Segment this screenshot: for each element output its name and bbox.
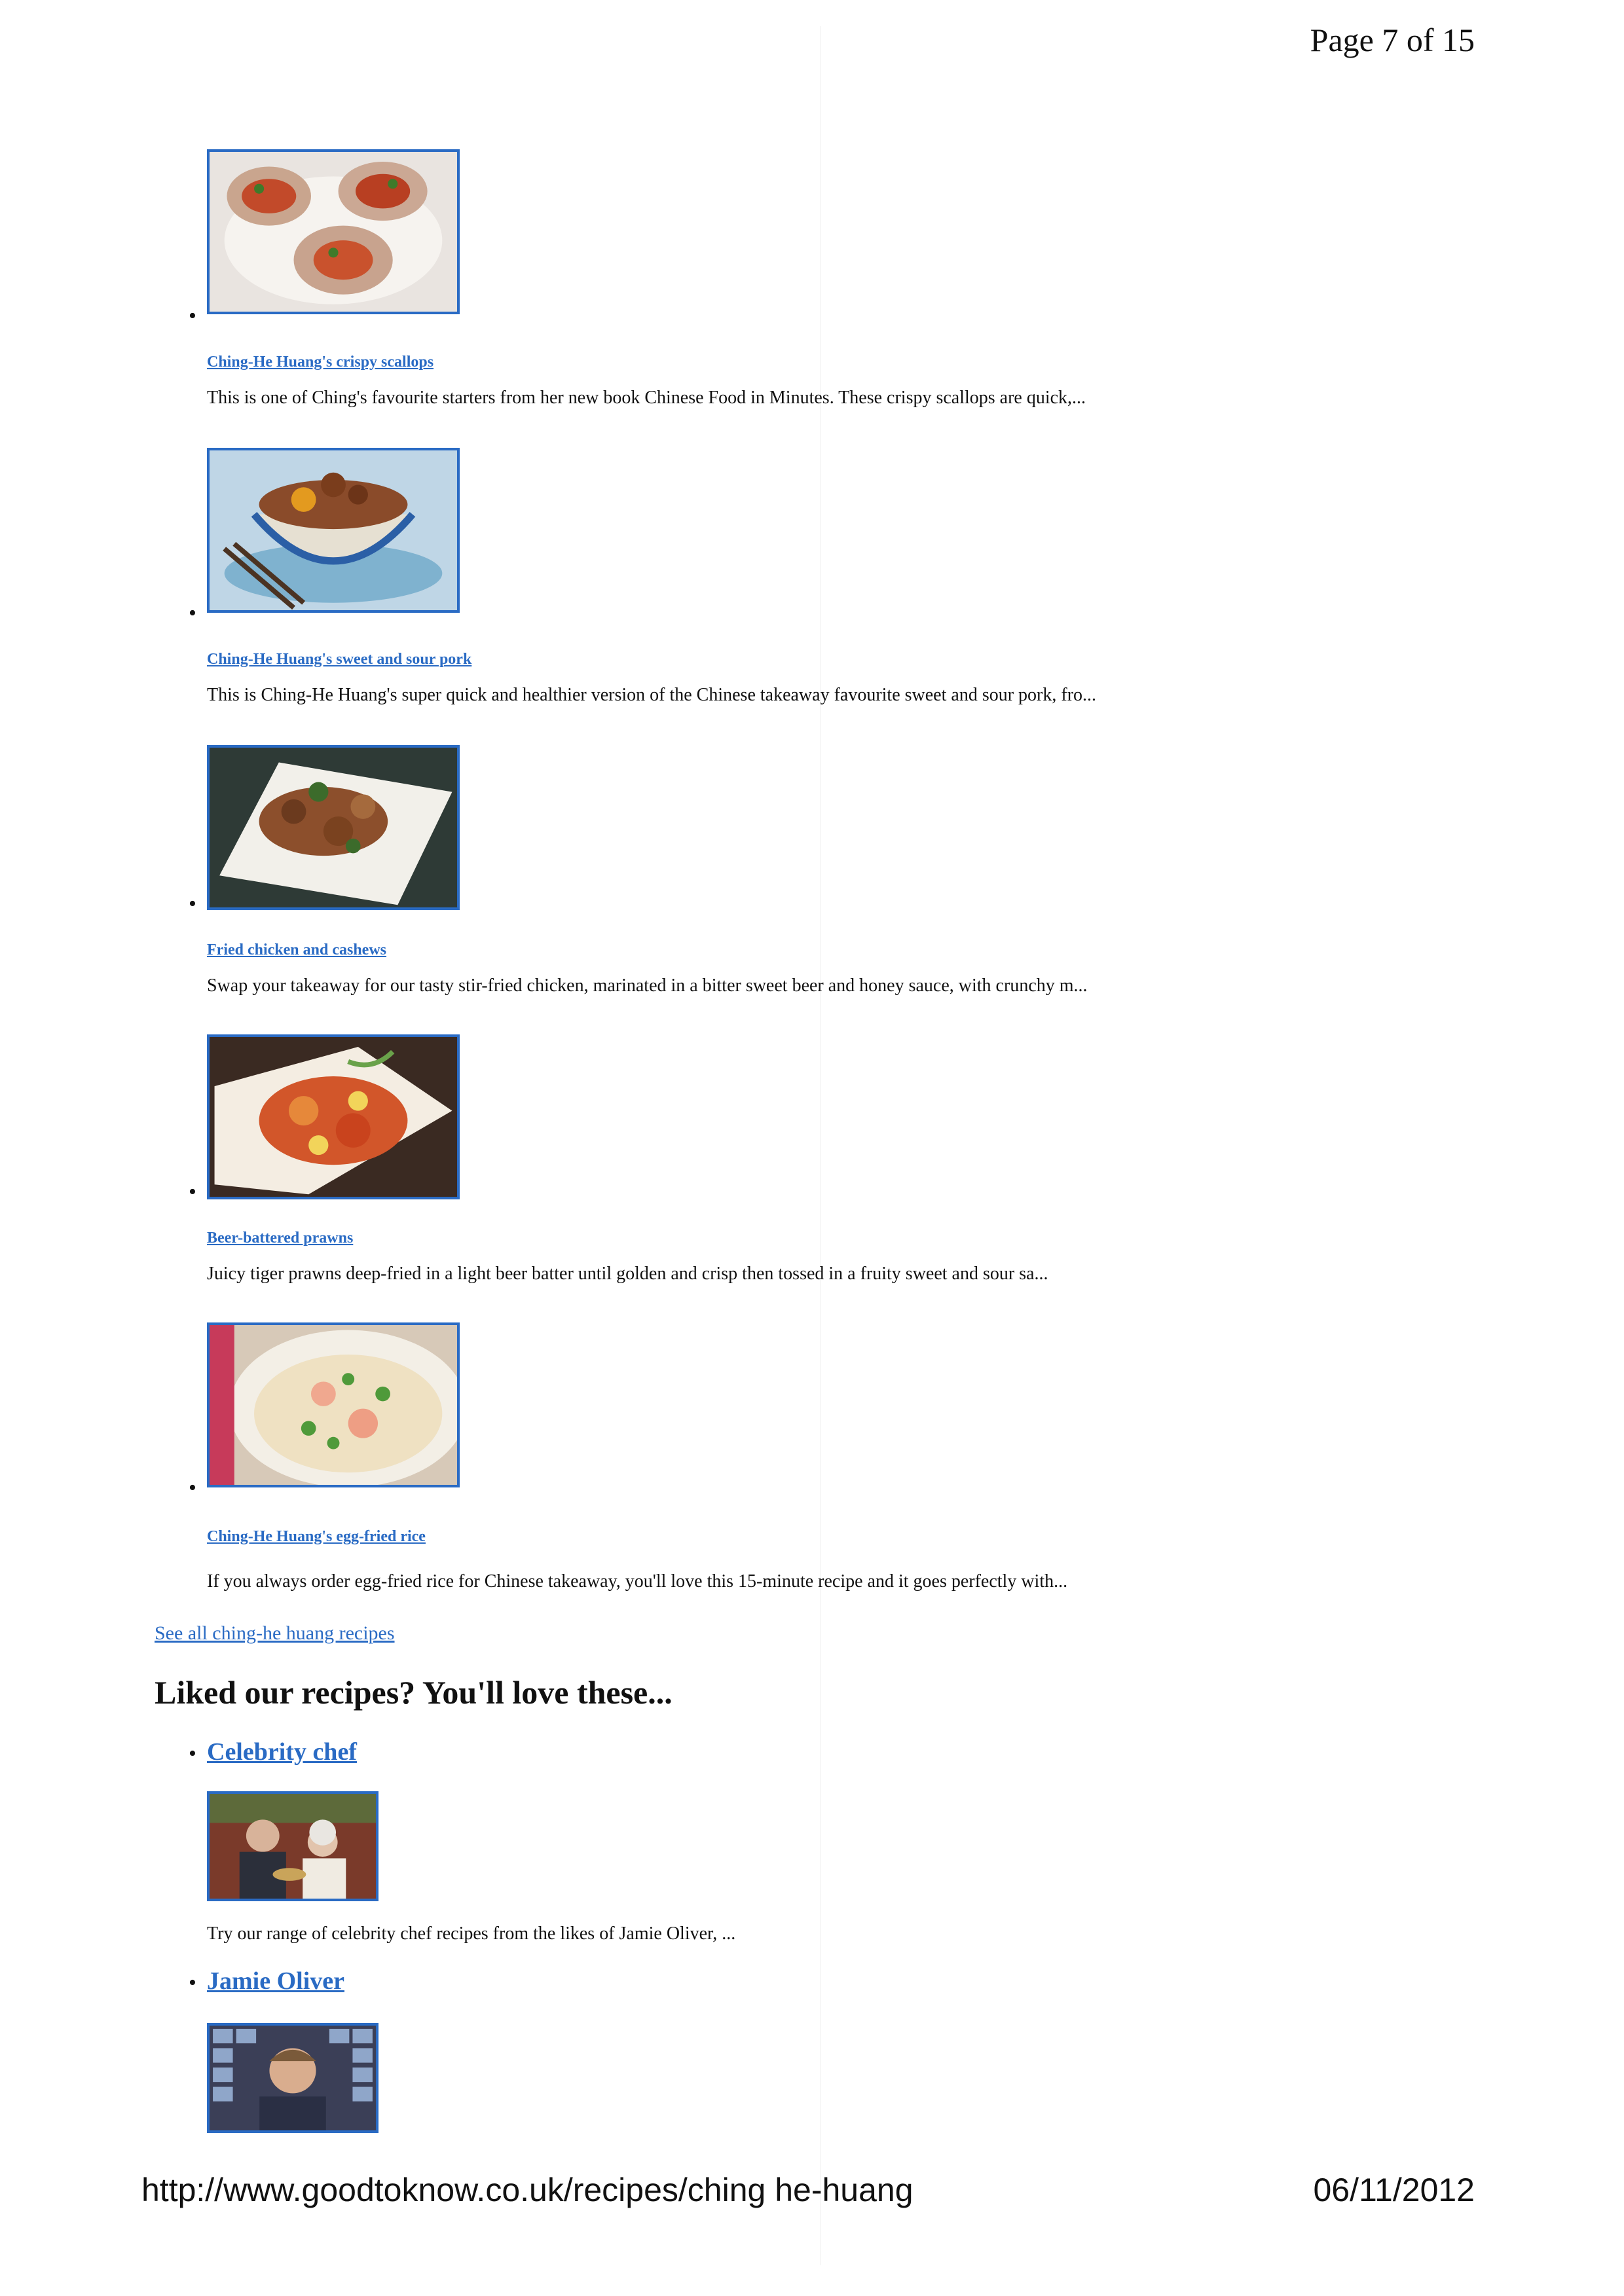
bullet: •: [189, 892, 196, 916]
bullet: •: [189, 304, 196, 328]
bullet: •: [189, 1476, 196, 1500]
footer-date: 06/11/2012: [1313, 2172, 1475, 2208]
bullet: •: [189, 1971, 196, 1995]
recipe-image-link[interactable]: [207, 149, 460, 314]
recipe-list: • Ching-He Huang's crispy scallops This …: [0, 0, 1624, 2296]
section-heading: Liked our recipes? You'll love these...: [155, 1674, 673, 1711]
bullet: •: [189, 1741, 196, 1766]
recipe-title-link[interactable]: Ching-He Huang's egg-fried rice: [207, 1528, 426, 1546]
celebrity-chef-link[interactable]: Celebrity chef: [207, 1738, 357, 1766]
recipe-description: This is one of Ching's favourite starter…: [207, 388, 1086, 408]
recipe-image-link[interactable]: [207, 1322, 460, 1487]
recipe-title-link[interactable]: Ching-He Huang's sweet and sour pork: [207, 651, 471, 668]
sweet-sour-pork-photo: [210, 450, 457, 610]
bullet: •: [189, 601, 196, 625]
recipe-title-link[interactable]: Beer-battered prawns: [207, 1230, 353, 1247]
scallops-photo: [210, 152, 457, 312]
recipe-image-link[interactable]: [207, 448, 460, 613]
chicken-cashews-photo: [210, 748, 457, 907]
jamie-oliver-photo: [210, 2026, 376, 2130]
celebrity-chefs-photo: [210, 1794, 376, 1899]
related-image-link[interactable]: [207, 1791, 378, 1901]
recipe-description: If you always order egg-fried rice for C…: [207, 1571, 1068, 1592]
recipe-title-link[interactable]: Ching-He Huang's crispy scallops: [207, 354, 434, 371]
bullet: •: [189, 1180, 196, 1204]
recipe-description: This is Ching-He Huang's super quick and…: [207, 685, 1097, 705]
related-image-link[interactable]: [207, 2023, 378, 2133]
prawns-photo: [210, 1037, 457, 1197]
recipe-description: Swap your takeaway for our tasty stir-fr…: [207, 975, 1088, 996]
jamie-oliver-link[interactable]: Jamie Oliver: [207, 1967, 344, 1995]
recipe-description: Juicy tiger prawns deep-fried in a light…: [207, 1264, 1048, 1284]
recipe-title-link[interactable]: Fried chicken and cashews: [207, 941, 386, 959]
see-all-recipes-link[interactable]: See all ching-he huang recipes: [155, 1622, 395, 1645]
egg-fried-rice-photo: [210, 1325, 457, 1485]
footer-url: http://www.goodtoknow.co.uk/recipes/chin…: [141, 2172, 913, 2208]
recipe-image-link[interactable]: [207, 1034, 460, 1199]
related-description: Try our range of celebrity chef recipes …: [207, 1923, 736, 1944]
recipe-image-link[interactable]: [207, 745, 460, 910]
